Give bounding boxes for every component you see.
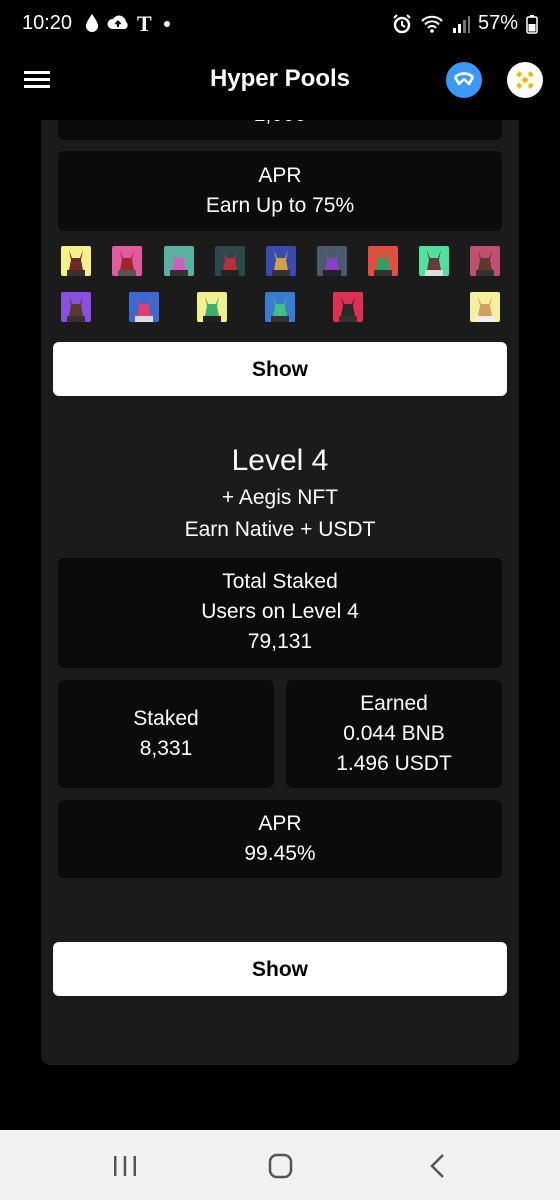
level4-subtitle-nft: + Aegis NFT [221,486,339,509]
staked-value: 8,331 [139,737,193,760]
system-nav-bar [0,1130,560,1200]
nft-thumbnail[interactable] [61,246,91,276]
nft-thumbnail[interactable] [333,292,363,322]
total-staked-card: Total Staked Users on Level 4 79,131 [58,558,502,668]
home-icon[interactable] [260,1150,300,1182]
pools-panel: 1,000 APR Earn Up to 75% Show Level 4 + … [41,120,519,1065]
nft-thumbnail[interactable] [61,292,91,322]
level4-title: Level 4 [231,444,329,477]
level4-apr-value: 99.45% [244,842,316,865]
recent-apps-icon[interactable] [105,1150,145,1182]
level3-stat-card-cut: 1,000 [58,120,502,140]
staked-card: Staked 8,331 [58,680,274,788]
total-staked-label: Total Staked [222,570,338,593]
nft-thumbnail[interactable] [164,246,194,276]
bnb-icon[interactable] [507,62,543,98]
users-on-level-label: Users on Level 4 [201,600,359,623]
earned-usdt-value: 1.496 USDT [336,752,452,775]
nft-thumbnail[interactable] [470,246,500,276]
newspaper-t-icon: T [137,12,152,34]
staked-label: Staked [133,707,199,730]
nft-thumbnail[interactable] [197,292,227,322]
level4-apr-label: APR [258,812,302,835]
alarm-icon [393,13,411,33]
nft-thumbnail-grid [41,244,519,324]
drop-icon [86,14,98,32]
battery-icon [526,14,538,34]
dot-icon [164,21,170,27]
level4-subtitle-earn: Earn Native + USDT [184,518,376,541]
svg-text:T: T [137,12,152,34]
battery-percent: 57% [477,12,518,34]
level3-apr-label: APR [258,164,302,187]
level3-apr-value: Earn Up to 75% [205,194,355,217]
status-bar: 10:20 T 57% [0,0,560,50]
earned-label: Earned [360,692,428,715]
earned-bnb-value: 0.044 BNB [343,722,445,745]
back-icon[interactable] [418,1150,458,1182]
cloud-upload-icon [107,15,128,29]
level3-cut-value: 1,000 [58,120,502,130]
nft-thumbnail[interactable] [266,246,296,276]
nft-thumbnail[interactable] [129,292,159,322]
level4-show-button[interactable]: Show [53,942,507,996]
level3-apr-card: APR Earn Up to 75% [58,151,502,231]
signal-icon [452,15,470,33]
wifi-icon [421,15,443,33]
nft-thumbnail[interactable] [112,246,142,276]
users-on-level-value: 79,131 [247,630,313,653]
nft-thumbnail[interactable] [317,246,347,276]
walletconnect-icon[interactable] [446,62,482,98]
earned-card: Earned 0.044 BNB 1.496 USDT [286,680,502,788]
status-time: 10:20 [22,12,73,34]
level3-show-button[interactable]: Show [53,342,507,396]
nft-thumbnail[interactable] [419,246,449,276]
nft-thumbnail[interactable] [265,292,295,322]
nft-thumbnail[interactable] [368,246,398,276]
nft-thumbnail[interactable] [470,292,500,322]
level4-apr-card: APR 99.45% [58,800,502,878]
app-header: Hyper Pools [0,55,560,110]
nft-thumbnail[interactable] [215,246,245,276]
